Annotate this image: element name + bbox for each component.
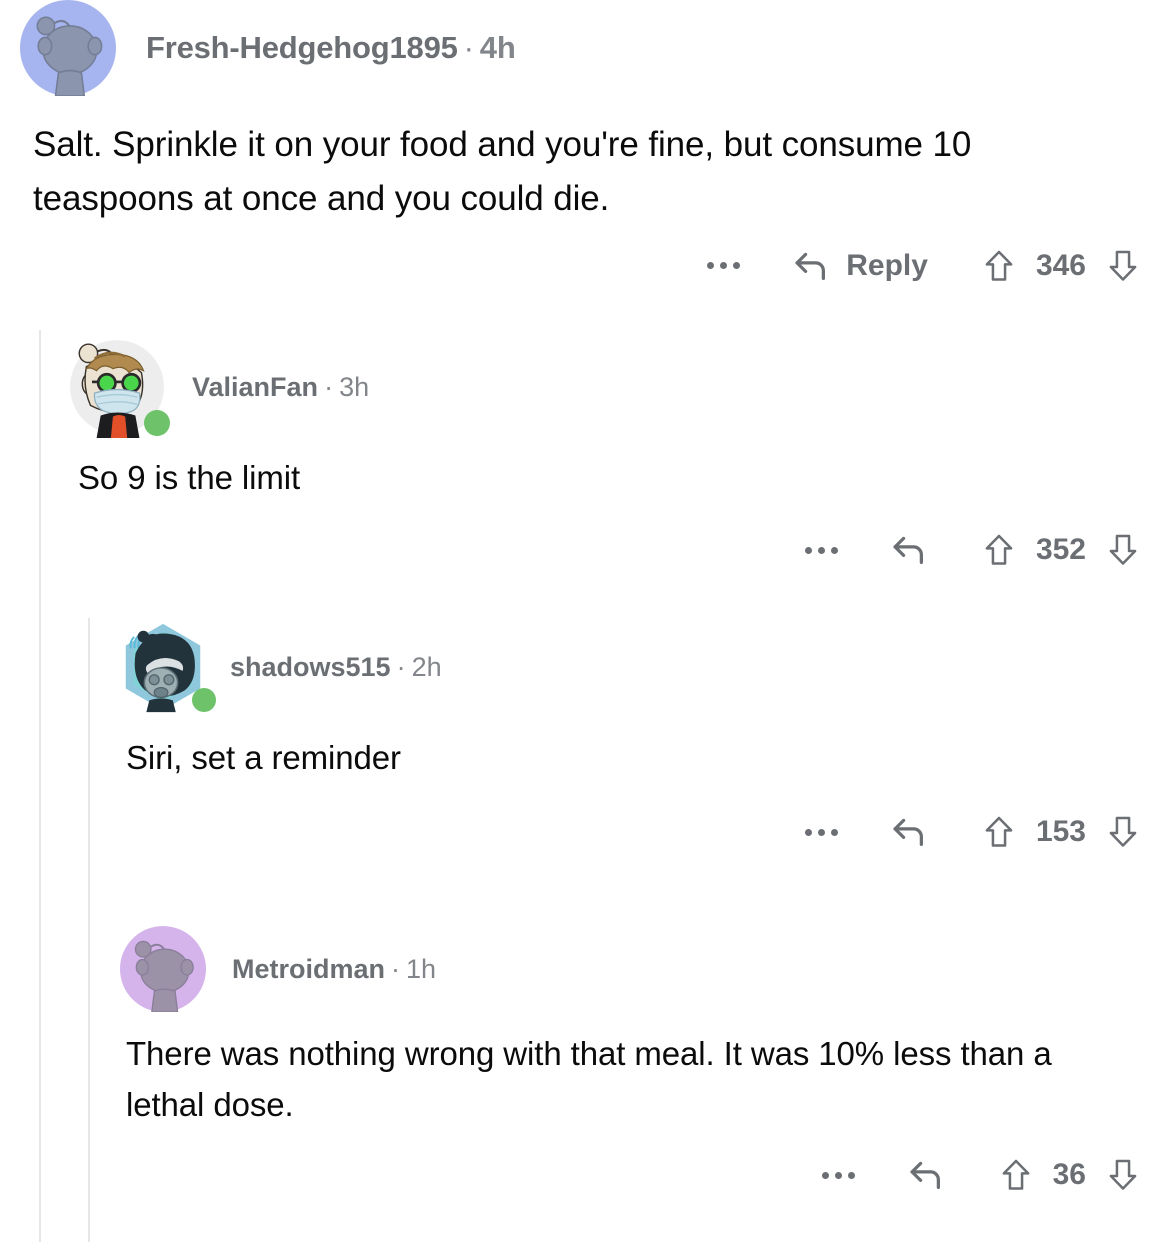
- comment-body: So 9 is the limit: [78, 459, 301, 496]
- reply-button[interactable]: [907, 1158, 945, 1192]
- comment-metroidman: Metroidman · 1h There was nothing wrong wi…: [110, 926, 1170, 1192]
- meta-separator: ·: [396, 651, 406, 682]
- avatar[interactable]: [20, 0, 116, 96]
- comment-shadows515: shadows515 · 2h Siri, set a reminder 153: [110, 618, 1170, 849]
- user-meta: Metroidman · 1h: [232, 954, 436, 985]
- downvote-icon[interactable]: [1108, 815, 1138, 849]
- comment-actions: 352: [62, 533, 1170, 567]
- reply-label: Reply: [846, 248, 928, 282]
- comment-age: 4h: [479, 30, 516, 65]
- vote-group: 352: [984, 533, 1138, 567]
- meta-separator: ·: [391, 953, 401, 984]
- username[interactable]: Metroidman: [232, 954, 385, 984]
- avatar-image-snoo-default[interactable]: [120, 926, 206, 1012]
- vote-count: 36: [1052, 1158, 1086, 1192]
- vote-count: 153: [1035, 815, 1086, 849]
- avatar[interactable]: [114, 618, 216, 716]
- more-options-icon[interactable]: [707, 262, 741, 269]
- user-meta: Fresh-Hedgehog1895 · 4h: [146, 30, 516, 66]
- more-options-icon[interactable]: [804, 546, 838, 554]
- online-status-dot: [192, 688, 216, 712]
- upvote-icon[interactable]: [984, 249, 1014, 283]
- reply-arrow-icon: [890, 533, 928, 567]
- vote-group: 346: [984, 249, 1138, 283]
- upvote-icon[interactable]: [984, 815, 1014, 849]
- user-meta: ValianFan · 3h: [192, 372, 369, 403]
- reply-button[interactable]: [890, 533, 928, 567]
- comment-header: ValianFan · 3h: [62, 336, 1170, 438]
- comment-age: 1h: [406, 953, 437, 984]
- thread-line-depth-2[interactable]: [88, 618, 90, 1242]
- thread-line-depth-1[interactable]: [39, 330, 41, 1242]
- comment-header: Metroidman · 1h: [110, 926, 1170, 1012]
- downvote-icon[interactable]: [1108, 533, 1138, 567]
- comment-body: Salt. Sprinkle it on your food and you'r…: [33, 125, 972, 219]
- avatar[interactable]: [66, 336, 170, 438]
- comment-header: Fresh-Hedgehog1895 · 4h: [0, 0, 1170, 96]
- vote-group: 36: [1001, 1158, 1138, 1192]
- comment-thread: Fresh-Hedgehog1895 · 4h Salt. Sprinkle it …: [0, 0, 1170, 1242]
- downvote-icon[interactable]: [1108, 249, 1138, 283]
- meta-separator: ·: [324, 371, 334, 402]
- username[interactable]: shadows515: [230, 652, 391, 682]
- upvote-icon[interactable]: [1001, 1158, 1031, 1192]
- vote-group: 153: [984, 815, 1138, 849]
- more-options-icon[interactable]: [821, 1171, 855, 1179]
- comment-body: Siri, set a reminder: [126, 739, 401, 776]
- username[interactable]: Fresh-Hedgehog1895: [146, 30, 458, 65]
- upvote-icon[interactable]: [984, 533, 1014, 567]
- more-options-icon[interactable]: [804, 828, 838, 836]
- comment-actions: 153: [110, 815, 1170, 849]
- comment-fresh-hedgehog1895: Fresh-Hedgehog1895 · 4h Salt. Sprinkle it …: [0, 0, 1170, 283]
- avatar-image-snoo-default[interactable]: [20, 0, 116, 96]
- comment-actions: 36: [110, 1158, 1170, 1192]
- online-status-dot: [144, 410, 170, 436]
- comment-header: shadows515 · 2h: [110, 618, 1170, 716]
- comment-valianfan: ValianFan · 3h So 9 is the limit 352: [62, 336, 1170, 567]
- vote-count: 346: [1035, 248, 1086, 282]
- downvote-icon[interactable]: [1108, 1158, 1138, 1192]
- reply-arrow-icon: [890, 815, 928, 849]
- comment-body: There was nothing wrong with that meal. …: [126, 1035, 1052, 1124]
- comment-age: 2h: [411, 651, 442, 682]
- comment-actions: Reply 346: [0, 249, 1170, 283]
- user-meta: shadows515 · 2h: [230, 652, 442, 683]
- reply-arrow-icon: [792, 249, 830, 283]
- avatar[interactable]: [120, 926, 206, 1012]
- comment-age: 3h: [339, 371, 370, 402]
- vote-count: 352: [1035, 533, 1086, 567]
- reply-button[interactable]: Reply: [792, 249, 928, 283]
- username[interactable]: ValianFan: [192, 372, 318, 402]
- reply-button[interactable]: [890, 815, 928, 849]
- reply-arrow-icon: [907, 1158, 945, 1192]
- meta-separator: ·: [463, 30, 474, 65]
